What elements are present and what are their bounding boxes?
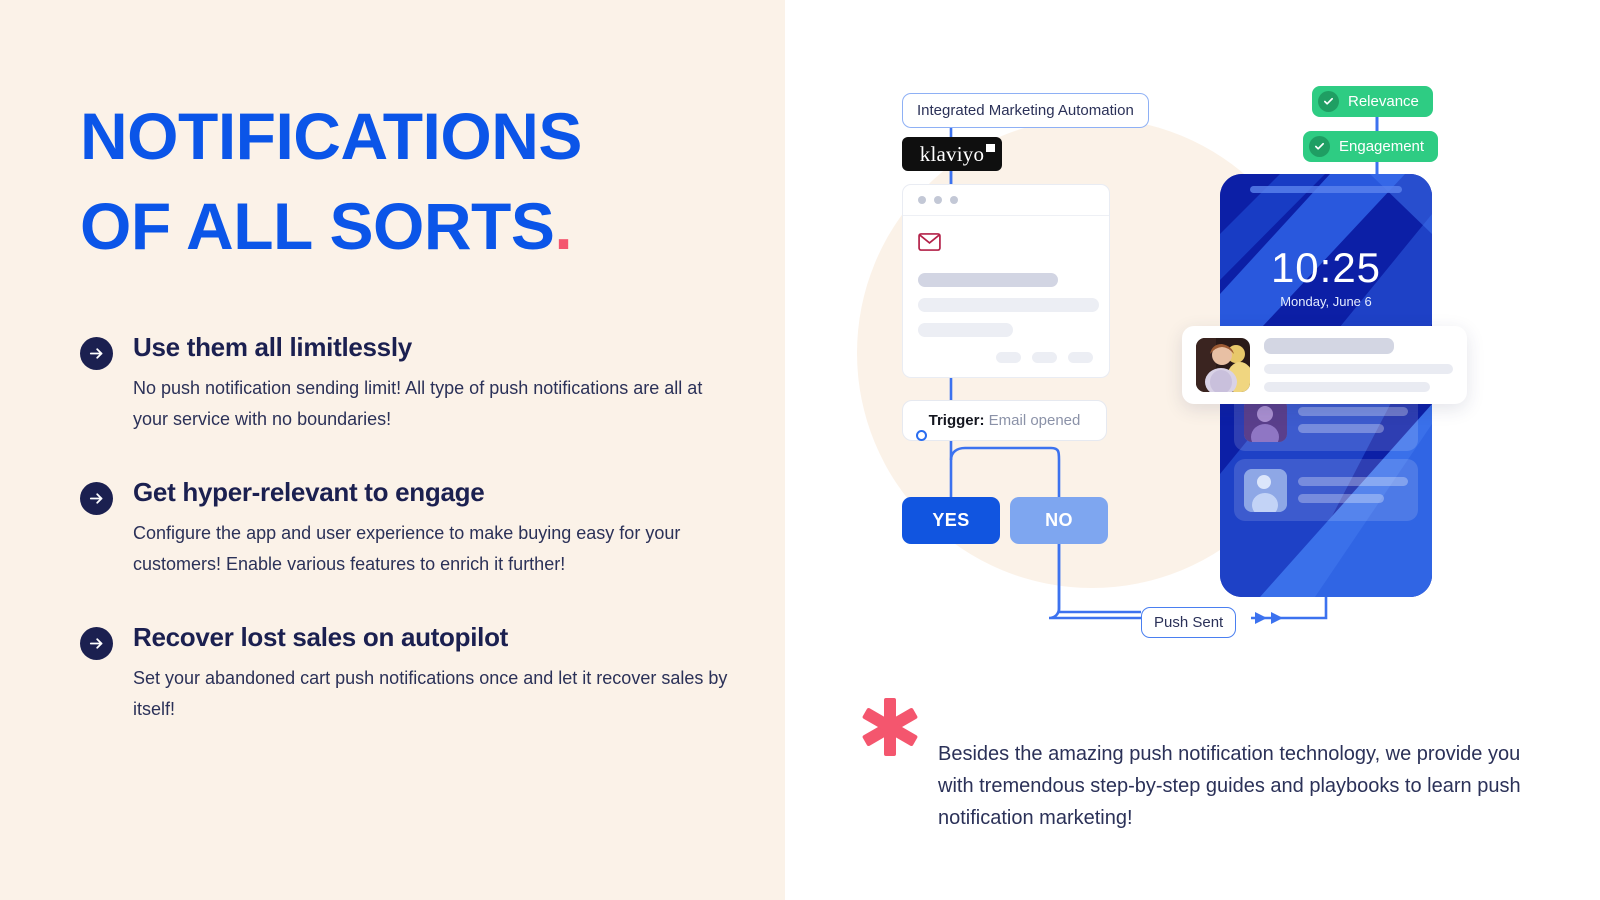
email-card-footer [996,352,1093,363]
left-content-panel: NOTIFICATIONS OF ALL SORTS. Use them all… [0,0,785,900]
klaviyo-logo: klaviyo [902,137,1002,171]
yes-button[interactable]: YES [902,497,1000,544]
email-skeleton-line [918,298,1099,312]
notification-skeleton-line [1298,477,1408,486]
headline-line-2: OF ALL SORTS. [80,182,785,272]
email-skeleton-line [918,273,1058,287]
check-circle-icon [1309,136,1330,157]
feature-item: Use them all limitlessly No push notific… [80,332,785,435]
no-button[interactable]: NO [1010,497,1108,544]
status-badge-label: Engagement [1339,138,1425,155]
klaviyo-logo-text: klaviyo [920,142,996,167]
thumbnail-image [1196,338,1250,392]
thumbnail-image [1244,468,1287,512]
notification-skeleton-line [1264,338,1394,354]
page-title: NOTIFICATIONS OF ALL SORTS. [80,92,785,272]
window-dot-icon [918,196,926,204]
footnote: Besides the amazing push notification te… [860,692,1560,834]
notification-thumbnail [1244,468,1287,512]
thumbnail-image [1244,398,1287,442]
feature-item: Get hyper-relevant to engage Configure t… [80,477,785,580]
trigger-node: Trigger: Email opened [902,400,1107,441]
trigger-label: Trigger: [928,412,985,429]
window-dot-icon [934,196,942,204]
email-skeleton-line [918,323,1013,337]
feature-title: Recover lost sales on autopilot [133,621,509,652]
klaviyo-flag-mark [986,143,996,152]
check-circle-icon [1318,91,1339,112]
trigger-value: Email opened [988,412,1081,429]
headline-line-2-text: OF ALL SORTS [80,188,555,263]
phone-notification-card [1234,459,1418,521]
email-card-titlebar [903,185,1109,216]
flow-node-dot-icon [916,430,927,441]
notification-thumbnail [1196,338,1250,392]
feature-description: Configure the app and user experience to… [133,522,681,574]
notification-skeleton [1298,477,1408,503]
email-preview-card [902,184,1110,378]
envelope-icon [918,233,1109,256]
status-badge-relevance: Relevance [1312,86,1433,117]
notification-skeleton-line [1264,364,1453,374]
phone-clock-time: 10:25 [1270,244,1382,291]
status-badge-label: Relevance [1348,93,1419,110]
feature-title: Use them all limitlessly [133,331,412,362]
feature-item: Recover lost sales on autopilot Set your… [80,622,785,725]
footer-pill-icon [996,352,1021,363]
push-notification-card [1182,326,1467,404]
integration-label-pill: Integrated Marketing Automation [902,93,1149,128]
feature-body: Use them all limitlessly No push notific… [133,332,733,435]
feature-title: Get hyper-relevant to engage [133,476,485,507]
feature-description: Set your abandoned cart push notificatio… [133,667,728,719]
notification-skeleton-line [1298,407,1408,416]
notification-skeleton-line [1264,382,1431,392]
feature-body: Get hyper-relevant to engage Configure t… [133,477,733,580]
arrow-right-circle-icon [80,481,113,515]
headline-period: . [554,188,573,263]
phone-speaker-bar [1250,186,1402,193]
push-sent-node: Push Sent [1141,607,1237,638]
window-dot-icon [950,196,958,204]
notification-skeleton [1264,338,1453,392]
marketing-slide: NOTIFICATIONS OF ALL SORTS. Use them all… [0,0,1600,900]
feature-list: Use them all limitlessly No push notific… [80,332,785,725]
notification-skeleton-line [1298,424,1384,433]
footer-pill-icon [1068,352,1093,363]
headline-line-1: NOTIFICATIONS [80,99,582,173]
footer-pill-icon [1032,352,1057,363]
right-illustration-panel: Integrated Marketing Automation klaviyo [785,0,1600,900]
notification-skeleton-line [1298,494,1384,503]
asterisk-icon [860,696,920,834]
feature-body: Recover lost sales on autopilot Set your… [133,622,733,725]
arrow-right-circle-icon [80,626,113,660]
footnote-text: Besides the amazing push notification te… [938,743,1521,829]
notification-thumbnail [1244,398,1287,442]
status-badge-engagement: Engagement [1303,131,1439,162]
arrow-right-circle-icon [80,336,113,370]
phone-clock-date: Monday, June 6 [1280,294,1372,309]
notification-skeleton [1298,407,1408,433]
feature-description: No push notification sending limit! All … [133,377,703,429]
